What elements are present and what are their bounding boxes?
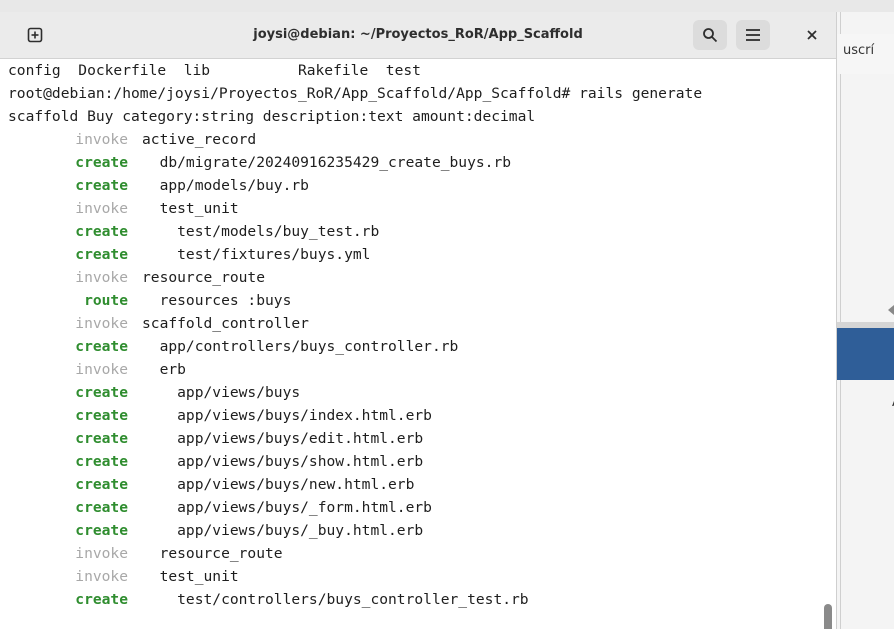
search-button[interactable]: [693, 20, 727, 50]
generator-output-line: create test/models/buy_test.rb: [8, 220, 379, 243]
generator-output-line: route resources :buys: [8, 289, 291, 312]
generated-path: test/controllers/buys_controller_test.rb: [142, 591, 529, 608]
generated-path: db/migrate/20240916235429_create_buys.rb: [142, 154, 512, 171]
command-prompt-line: root@debian:/home/joysi/Proyectos_RoR/Ap…: [8, 85, 703, 102]
generated-path: resource_route: [142, 269, 266, 286]
menu-button[interactable]: [736, 20, 770, 50]
generator-output-line: invoke active_record: [8, 128, 256, 151]
create-label: create: [75, 591, 128, 608]
generator-output-line: create test/fixtures/buys.yml: [8, 243, 370, 266]
create-label: create: [75, 476, 128, 493]
background-tab-label: uscrí: [843, 43, 875, 58]
invoke-label: invoke: [75, 131, 128, 148]
invoke-label: invoke: [75, 545, 128, 562]
generated-path: scaffold_controller: [142, 315, 309, 332]
generator-output-line: create app/views/buys: [8, 381, 300, 404]
generator-output-line: create app/models/buy.rb: [8, 174, 309, 197]
terminal-header-bar: joysi@debian: ~/Proyectos_RoR/App_Scaffo…: [0, 12, 836, 59]
hamburger-menu-icon: [746, 29, 760, 41]
terminal-window: joysi@debian: ~/Proyectos_RoR/App_Scaffo…: [0, 12, 837, 629]
generated-path: resource_route: [142, 545, 283, 562]
generated-path: app/views/buys/new.html.erb: [142, 476, 415, 493]
create-label: create: [75, 499, 128, 516]
generator-output-line: create app/views/buys/show.html.erb: [8, 450, 423, 473]
generated-path: app/views/buys/edit.html.erb: [142, 430, 424, 447]
invoke-label: invoke: [75, 315, 128, 332]
create-label: create: [75, 407, 128, 424]
create-label: create: [75, 384, 128, 401]
terminal-output[interactable]: config Dockerfile lib Rakefile test root…: [0, 59, 820, 629]
generated-path: test_unit: [142, 200, 239, 217]
new-tab-icon: [27, 27, 43, 43]
generator-output-line: create app/views/buys/edit.html.erb: [8, 427, 423, 450]
terminal-line: config Dockerfile lib Rakefile test: [8, 62, 421, 79]
background-tab[interactable]: uscrí: [836, 34, 894, 74]
create-label: create: [75, 246, 128, 263]
background-window: uscrí A: [836, 12, 894, 629]
generated-path: test/fixtures/buys.yml: [142, 246, 371, 263]
invoke-label: invoke: [75, 269, 128, 286]
generated-path: active_record: [142, 131, 257, 148]
generated-path: app/models/buy.rb: [142, 177, 309, 194]
create-label: create: [75, 177, 128, 194]
generated-path: app/views/buys/show.html.erb: [142, 453, 424, 470]
invoke-label: invoke: [75, 568, 128, 585]
command-continuation-line: scaffold Buy category:string description…: [8, 108, 536, 125]
generated-path: app/views/buys/_buy.html.erb: [142, 522, 424, 539]
generated-path: app/controllers/buys_controller.rb: [142, 338, 459, 355]
invoke-label: invoke: [75, 361, 128, 378]
generator-output-line: create app/views/buys/_form.html.erb: [8, 496, 432, 519]
collapse-arrow-icon[interactable]: [888, 305, 894, 315]
create-label: create: [75, 522, 128, 539]
close-button[interactable]: [796, 20, 828, 50]
generated-path: test_unit: [142, 568, 239, 585]
route-label: route: [84, 292, 128, 309]
scrollbar-thumb[interactable]: [824, 604, 832, 629]
generated-path: app/views/buys/_form.html.erb: [142, 499, 432, 516]
invoke-label: invoke: [75, 200, 128, 217]
create-label: create: [75, 338, 128, 355]
generator-output-line: create app/controllers/buys_controller.r…: [8, 335, 458, 358]
generator-output-line: create db/migrate/20240916235429_create_…: [8, 151, 511, 174]
generator-output-line: invoke scaffold_controller: [8, 312, 309, 335]
generator-output-line: invoke erb: [8, 358, 186, 381]
generator-output-line: create app/views/buys/index.html.erb: [8, 404, 432, 427]
new-tab-button[interactable]: [20, 20, 50, 50]
generator-output-line: invoke test_unit: [8, 197, 239, 220]
close-icon: [807, 30, 817, 40]
generator-output-line: create test/controllers/buys_controller_…: [8, 588, 529, 611]
generated-path: erb: [142, 361, 186, 378]
window-border: [840, 12, 841, 629]
generated-path: app/views/buys: [142, 384, 301, 401]
generated-path: app/views/buys/index.html.erb: [142, 407, 432, 424]
selected-row[interactable]: [836, 328, 894, 380]
generator-output-line: invoke resource_route: [8, 542, 283, 565]
generator-output-line: invoke resource_route: [8, 266, 265, 289]
generator-output-line: invoke test_unit: [8, 565, 239, 588]
create-label: create: [75, 453, 128, 470]
search-icon: [703, 28, 718, 43]
generated-path: resources :buys: [142, 292, 292, 309]
create-label: create: [75, 430, 128, 447]
desktop-background: [0, 0, 894, 12]
generator-output-line: create app/views/buys/_buy.html.erb: [8, 519, 423, 542]
create-label: create: [75, 154, 128, 171]
create-label: create: [75, 223, 128, 240]
generated-path: test/models/buy_test.rb: [142, 223, 380, 240]
generator-output-line: create app/views/buys/new.html.erb: [8, 473, 414, 496]
